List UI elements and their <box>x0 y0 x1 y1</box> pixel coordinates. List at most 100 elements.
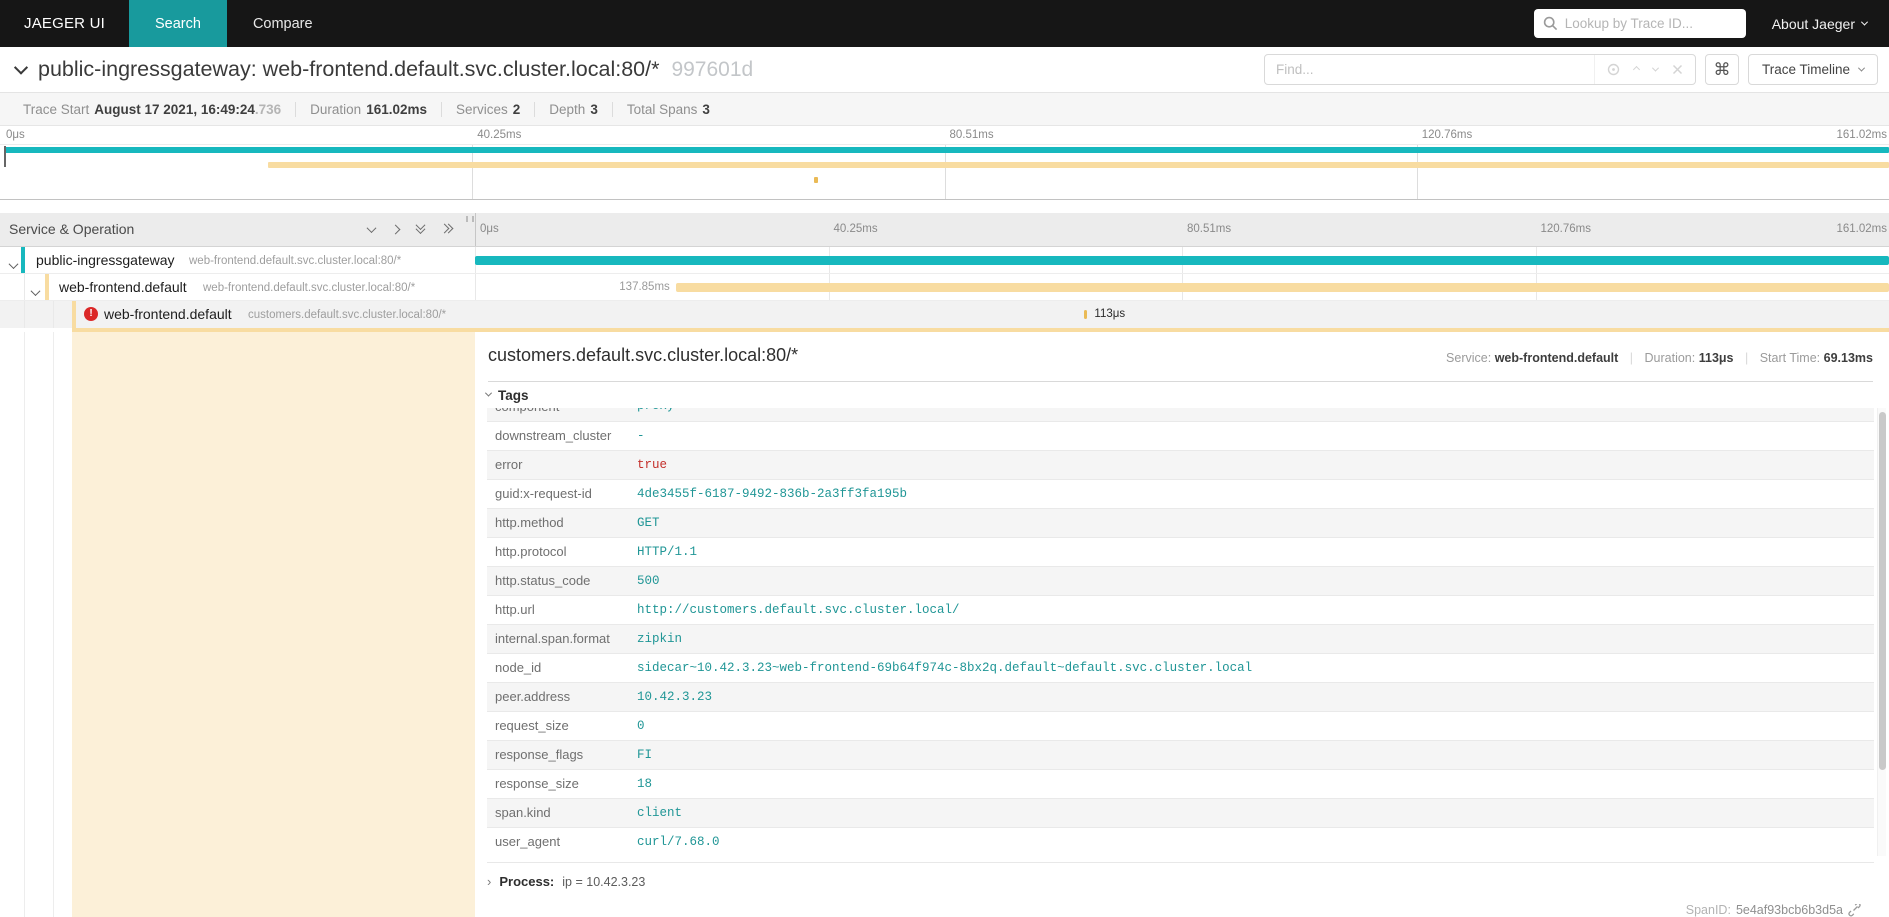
span-row-web-frontend-error[interactable]: ! web-frontend.default customers.default… <box>0 301 1889 328</box>
divider <box>488 381 1873 382</box>
prev-match-icon[interactable] <box>1633 66 1640 73</box>
trace-header-toolbar: ⌘ Trace Timeline <box>1264 54 1889 85</box>
jaeger-trace-page: JAEGER UI Search Compare About Jaeger pu… <box>0 0 1889 917</box>
span-name-cell[interactable]: public-ingressgateway web-frontend.defau… <box>0 247 475 273</box>
tag-value: true <box>637 458 667 472</box>
tag-row[interactable]: response_size 18 <box>487 769 1874 798</box>
find-input[interactable] <box>1265 62 1594 77</box>
span-detail-region: customers.default.svc.cluster.local:80/*… <box>0 332 1889 917</box>
app-logo[interactable]: JAEGER UI <box>0 15 129 32</box>
tag-key: http.url <box>487 595 629 624</box>
scrollbar-thumb[interactable] <box>1879 412 1886 770</box>
tag-row[interactable]: request_size 0 <box>487 711 1874 740</box>
timeline-tick: 120.76ms <box>1541 223 1592 235</box>
copy-link-icon[interactable] <box>1848 904 1861 917</box>
column-resizer-grip[interactable] <box>466 216 474 222</box>
collapse-trace-chevron[interactable] <box>16 61 26 79</box>
span-row-web-frontend[interactable]: web-frontend.default web-frontend.defaul… <box>0 274 1889 301</box>
span-duration-label: 137.85ms <box>619 281 670 293</box>
detail-duration-label: Duration: <box>1645 351 1696 365</box>
trace-id-lookup-input[interactable] <box>1534 9 1746 38</box>
process-section-toggle[interactable]: › Process: ip = 10.42.3.23 <box>487 862 1874 889</box>
minimap-scrubber-handle[interactable] <box>4 146 6 167</box>
minimap-gridline <box>945 145 946 199</box>
clear-find-icon[interactable] <box>1672 64 1683 75</box>
tags-scroll-viewport[interactable]: component proxy downstream_cluster - err… <box>487 408 1874 856</box>
tag-row[interactable]: error true <box>487 450 1874 479</box>
tags-section-label: Tags <box>498 388 529 403</box>
span-service-name: web-frontend.default <box>104 306 232 322</box>
tag-row[interactable]: span.kind client <box>487 798 1874 827</box>
span-id-footer: SpanID: 5e4af93bcb6b3d5a <box>1686 903 1861 917</box>
tag-row[interactable]: http.url http://customers.default.svc.cl… <box>487 595 1874 624</box>
minimap-tick-labels: 0μs 40.25ms 80.51ms 120.76ms 161.02ms <box>0 126 1889 144</box>
trace-view-label: Trace Timeline <box>1762 62 1850 77</box>
tag-key: http.protocol <box>487 537 629 566</box>
next-match-icon[interactable] <box>1652 65 1659 72</box>
tag-key: request_size <box>487 711 629 740</box>
span-bar-lane[interactable]: 113μs <box>475 301 1889 328</box>
tag-row[interactable]: downstream_cluster - <box>487 421 1874 450</box>
tag-value: 18 <box>637 777 652 791</box>
detail-operation-title: customers.default.svc.cluster.local:80/* <box>488 345 798 366</box>
chevron-right-icon: › <box>487 874 491 889</box>
span-duration-bar[interactable] <box>475 256 1889 265</box>
span-duration-bar[interactable] <box>1084 310 1087 319</box>
span-operation-name: web-frontend.default.svc.cluster.local:8… <box>203 282 415 294</box>
tag-row[interactable]: component proxy <box>487 408 1874 421</box>
minimap-gridline <box>472 145 473 199</box>
collapse-all-icon[interactable] <box>416 223 425 235</box>
span-row-public-ingressgateway[interactable]: public-ingressgateway web-frontend.defau… <box>0 247 1889 274</box>
tag-key: internal.span.format <box>487 624 629 653</box>
about-jaeger-menu[interactable]: About Jaeger <box>1772 16 1867 32</box>
tag-key: user_agent <box>487 827 629 856</box>
collapse-span-chevron[interactable] <box>32 283 39 301</box>
keyboard-shortcuts-button[interactable]: ⌘ <box>1705 54 1739 85</box>
span-rows: public-ingressgateway web-frontend.defau… <box>0 247 1889 328</box>
nav-tab-search[interactable]: Search <box>129 0 227 47</box>
tag-row[interactable]: user_agent curl/7.68.0 <box>487 827 1874 856</box>
nav-tab-compare[interactable]: Compare <box>227 0 339 47</box>
find-box <box>1264 54 1696 85</box>
tag-value: - <box>637 429 645 443</box>
tags-table: component proxy downstream_cluster - err… <box>487 408 1874 856</box>
meta-depth: Depth3 <box>535 102 613 117</box>
tag-row[interactable]: response_flags FI <box>487 740 1874 769</box>
tag-row[interactable]: http.status_code 500 <box>487 566 1874 595</box>
indent-guide <box>53 301 54 328</box>
meta-total-spans: Total Spans3 <box>613 102 724 117</box>
span-color-bar <box>21 247 25 273</box>
tag-value: 0 <box>637 719 645 733</box>
tag-key: error <box>487 450 629 479</box>
detail-service-value: web-frontend.default <box>1495 351 1619 365</box>
trace-minimap[interactable] <box>0 144 1889 200</box>
tag-value: client <box>637 806 682 820</box>
timeline-tick: 0μs <box>480 223 499 235</box>
detail-duration-value: 113μs <box>1699 351 1734 365</box>
timeline-tick: 40.25ms <box>834 223 878 235</box>
collapse-span-chevron[interactable] <box>10 256 17 274</box>
tags-scrollbar[interactable] <box>1877 408 1886 856</box>
expand-all-icon[interactable] <box>442 223 451 235</box>
span-name-cell[interactable]: web-frontend.default web-frontend.defaul… <box>0 274 475 300</box>
trace-id-short: 997601d <box>671 58 753 82</box>
indent-guide <box>24 332 25 917</box>
detail-meta: Service: web-frontend.default | Duration… <box>1446 351 1873 365</box>
span-name-cell[interactable]: ! web-frontend.default customers.default… <box>0 301 475 328</box>
expand-one-icon[interactable] <box>391 224 401 234</box>
collapse-one-icon[interactable] <box>367 223 377 233</box>
tag-row[interactable]: http.protocol HTTP/1.1 <box>487 537 1874 566</box>
tag-row[interactable]: node_id sidecar~10.42.3.23~web-frontend-… <box>487 653 1874 682</box>
tag-key: response_flags <box>487 740 629 769</box>
tag-row[interactable]: peer.address 10.42.3.23 <box>487 682 1874 711</box>
span-duration-bar[interactable] <box>676 283 1889 292</box>
tags-section-toggle[interactable]: Tags <box>486 388 529 403</box>
focus-target-icon[interactable] <box>1607 63 1620 76</box>
trace-view-select[interactable]: Trace Timeline <box>1748 54 1878 85</box>
timeline-tick-labels: 0μs 40.25ms 80.51ms 120.76ms 161.02ms <box>475 213 1889 246</box>
span-bar-lane[interactable]: 137.85ms <box>475 274 1889 300</box>
tag-row[interactable]: internal.span.format zipkin <box>487 624 1874 653</box>
tag-row[interactable]: http.method GET <box>487 508 1874 537</box>
span-bar-lane[interactable] <box>475 247 1889 273</box>
tag-row[interactable]: guid:x-request-id 4de3455f-6187-9492-836… <box>487 479 1874 508</box>
